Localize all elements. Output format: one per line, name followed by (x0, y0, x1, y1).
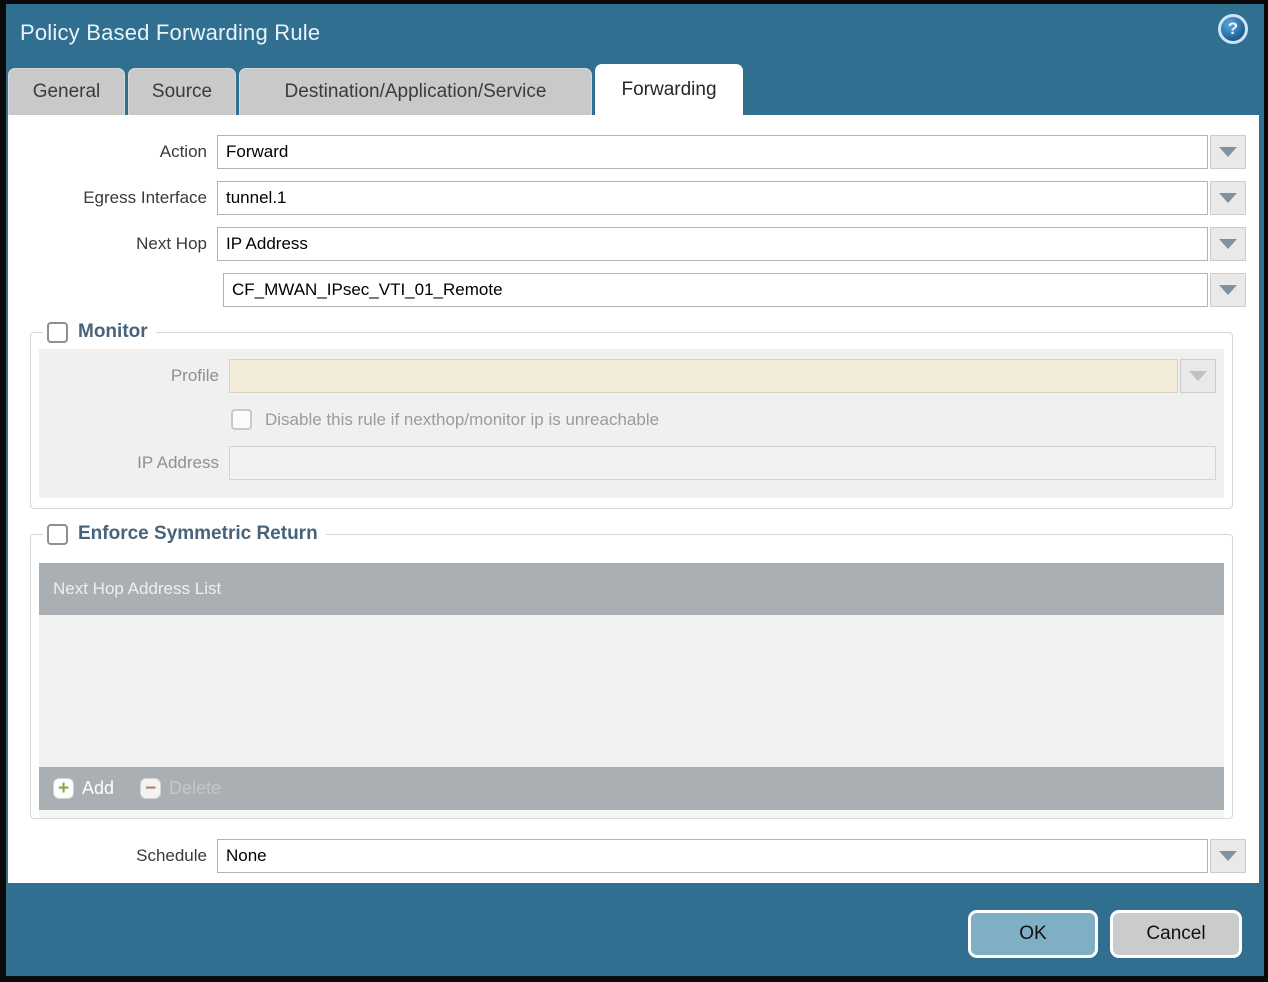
add-button[interactable]: + Add (53, 778, 114, 799)
monitor-checkbox[interactable] (47, 321, 68, 343)
tab-bar: General Source Destination/Application/S… (8, 64, 743, 115)
monitor-fieldset: Monitor Profile Disable this rule if nex… (30, 321, 1233, 509)
chevron-down-icon (1219, 147, 1237, 157)
next-hop-address-dropdown-button[interactable] (1210, 273, 1246, 307)
chevron-down-icon (1219, 851, 1237, 861)
action-row: Action (8, 135, 1246, 169)
next-hop-address-list-grid: Next Hop Address List + Add − Delete (39, 563, 1224, 818)
tab-general[interactable]: General (8, 68, 125, 115)
profile-input[interactable] (229, 359, 1178, 393)
egress-interface-input[interactable] (217, 181, 1208, 215)
monitor-ip-label: IP Address (137, 453, 219, 472)
ok-button[interactable]: OK (968, 910, 1098, 958)
action-input[interactable] (217, 135, 1208, 169)
chevron-down-icon (1219, 239, 1237, 249)
tab-destination-application-service[interactable]: Destination/Application/Service (239, 68, 592, 115)
next-hop-row: Next Hop (8, 227, 1246, 261)
monitor-legend: Monitor (43, 321, 156, 343)
chevron-down-icon (1219, 285, 1237, 295)
forwarding-tab-panel: Action Egress Interface Ne (8, 115, 1259, 883)
profile-dropdown-button[interactable] (1180, 359, 1216, 393)
chevron-down-icon (1219, 193, 1237, 203)
profile-row: Profile (47, 359, 1216, 393)
grid-scroll-strip (39, 810, 1224, 818)
egress-interface-label: Egress Interface (83, 188, 207, 207)
next-hop-address-list-body[interactable] (39, 615, 1224, 767)
next-hop-type-input[interactable] (217, 227, 1208, 261)
next-hop-address-list-header: Next Hop Address List (39, 563, 1224, 615)
dialog-footer-buttons: OK Cancel (968, 910, 1242, 958)
chevron-down-icon (1189, 371, 1207, 381)
next-hop-type-dropdown-button[interactable] (1210, 227, 1246, 261)
next-hop-address-input[interactable] (223, 273, 1208, 307)
tab-forwarding[interactable]: Forwarding (595, 64, 743, 115)
disable-rule-row: Disable this rule if nexthop/monitor ip … (231, 409, 1216, 430)
monitor-panel: Profile Disable this rule if nexthop/mon… (39, 349, 1224, 498)
disable-rule-label: Disable this rule if nexthop/monitor ip … (265, 409, 660, 429)
enforce-title: Enforce Symmetric Return (78, 523, 318, 544)
next-hop-label: Next Hop (136, 234, 207, 253)
monitor-ip-input[interactable] (229, 446, 1216, 480)
profile-label: Profile (170, 366, 219, 385)
monitor-title: Monitor (78, 321, 148, 342)
action-dropdown-button[interactable] (1210, 135, 1246, 169)
schedule-dropdown-button[interactable] (1210, 839, 1246, 873)
next-hop-address-row (8, 273, 1246, 307)
dialog-titlebar: Policy Based Forwarding Rule ? (6, 4, 1264, 62)
schedule-input[interactable] (217, 839, 1208, 873)
egress-interface-dropdown-button[interactable] (1210, 181, 1246, 215)
help-icon[interactable]: ? (1218, 14, 1248, 44)
add-button-label: Add (82, 778, 115, 798)
policy-based-forwarding-dialog: Policy Based Forwarding Rule ? General S… (6, 4, 1264, 976)
minus-icon: − (140, 778, 162, 799)
enforce-legend: Enforce Symmetric Return (43, 523, 326, 545)
tab-source[interactable]: Source (128, 68, 236, 115)
action-label: Action (159, 142, 207, 161)
schedule-row: Schedule (8, 839, 1246, 873)
delete-button-label: Delete (169, 778, 222, 798)
dialog-title: Policy Based Forwarding Rule (20, 20, 321, 45)
plus-icon: + (53, 778, 74, 799)
monitor-ip-row: IP Address (47, 446, 1216, 480)
screen: Policy Based Forwarding Rule ? General S… (0, 0, 1268, 982)
grid-toolbar: + Add − Delete (39, 767, 1224, 810)
enforce-symmetric-return-fieldset: Enforce Symmetric Return Next Hop Addres… (30, 523, 1233, 819)
delete-button[interactable]: − Delete (140, 778, 221, 799)
enforce-symmetric-return-checkbox[interactable] (47, 523, 68, 545)
schedule-label: Schedule (136, 846, 207, 865)
cancel-button[interactable]: Cancel (1110, 910, 1242, 958)
disable-rule-checkbox[interactable] (231, 409, 252, 430)
egress-interface-row: Egress Interface (8, 181, 1246, 215)
